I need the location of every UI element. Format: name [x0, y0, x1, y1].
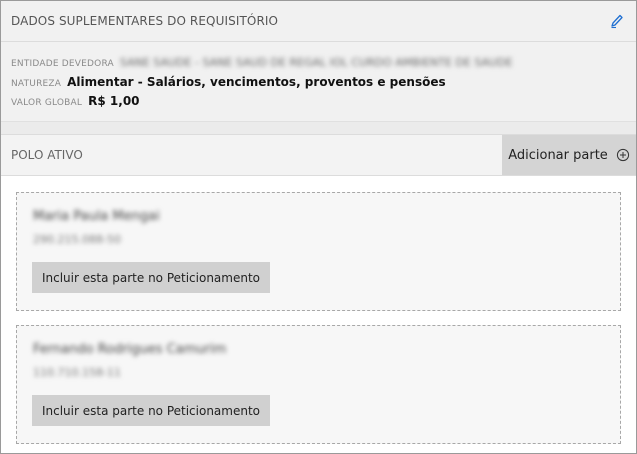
natureza-label: NATUREZA	[11, 79, 62, 89]
natureza-value: Alimentar - Salários, vencimentos, prove…	[67, 75, 446, 89]
valor-row: VALOR GLOBAL R$ 1,00	[11, 94, 626, 113]
party-document: 110.710.158-11	[33, 366, 121, 379]
add-party-button[interactable]: Adicionar parte	[502, 135, 636, 175]
plus-circle-icon	[616, 148, 630, 162]
include-party-button[interactable]: Incluir esta parte no Peticionamento	[32, 395, 270, 426]
party-name: Fernando Rodrigues Camurim	[33, 342, 227, 357]
section-divider	[1, 122, 636, 134]
requisitorio-panel: DADOS SUPLEMENTARES DO REQUISITÓRIO ENTI…	[0, 0, 637, 454]
party-list: Maria Paula Mengai 290.215.088-50 Inclui…	[1, 176, 636, 444]
party-card: Fernando Rodrigues Camurim 110.710.158-1…	[16, 325, 621, 444]
polo-ativo-title: POLO ATIVO	[11, 148, 83, 162]
entidade-value: SANE SAUDE - SANE SAUD DE REGAL IOL CURD…	[119, 56, 513, 69]
summary-title: DADOS SUPLEMENTARES DO REQUISITÓRIO	[11, 14, 279, 28]
party-card: Maria Paula Mengai 290.215.088-50 Inclui…	[16, 192, 621, 311]
summary-header: DADOS SUPLEMENTARES DO REQUISITÓRIO	[1, 1, 636, 42]
include-party-button[interactable]: Incluir esta parte no Peticionamento	[32, 262, 270, 293]
add-party-label: Adicionar parte	[508, 147, 608, 163]
valor-label: VALOR GLOBAL	[11, 98, 83, 108]
natureza-row: NATUREZA Alimentar - Salários, venciment…	[11, 75, 626, 94]
summary-body: ENTIDADE DEVEDORA SANE SAUDE - SANE SAUD…	[1, 42, 636, 113]
summary-section: DADOS SUPLEMENTARES DO REQUISITÓRIO ENTI…	[1, 1, 636, 122]
party-name: Maria Paula Mengai	[33, 209, 160, 224]
party-document: 290.215.088-50	[33, 233, 121, 246]
valor-value: R$ 1,00	[88, 94, 140, 108]
polo-ativo-header: POLO ATIVO Adicionar parte	[1, 134, 636, 176]
entidade-row: ENTIDADE DEVEDORA SANE SAUDE - SANE SAUD…	[11, 56, 626, 75]
pencil-icon[interactable]	[610, 13, 624, 29]
entidade-label: ENTIDADE DEVEDORA	[11, 59, 114, 69]
